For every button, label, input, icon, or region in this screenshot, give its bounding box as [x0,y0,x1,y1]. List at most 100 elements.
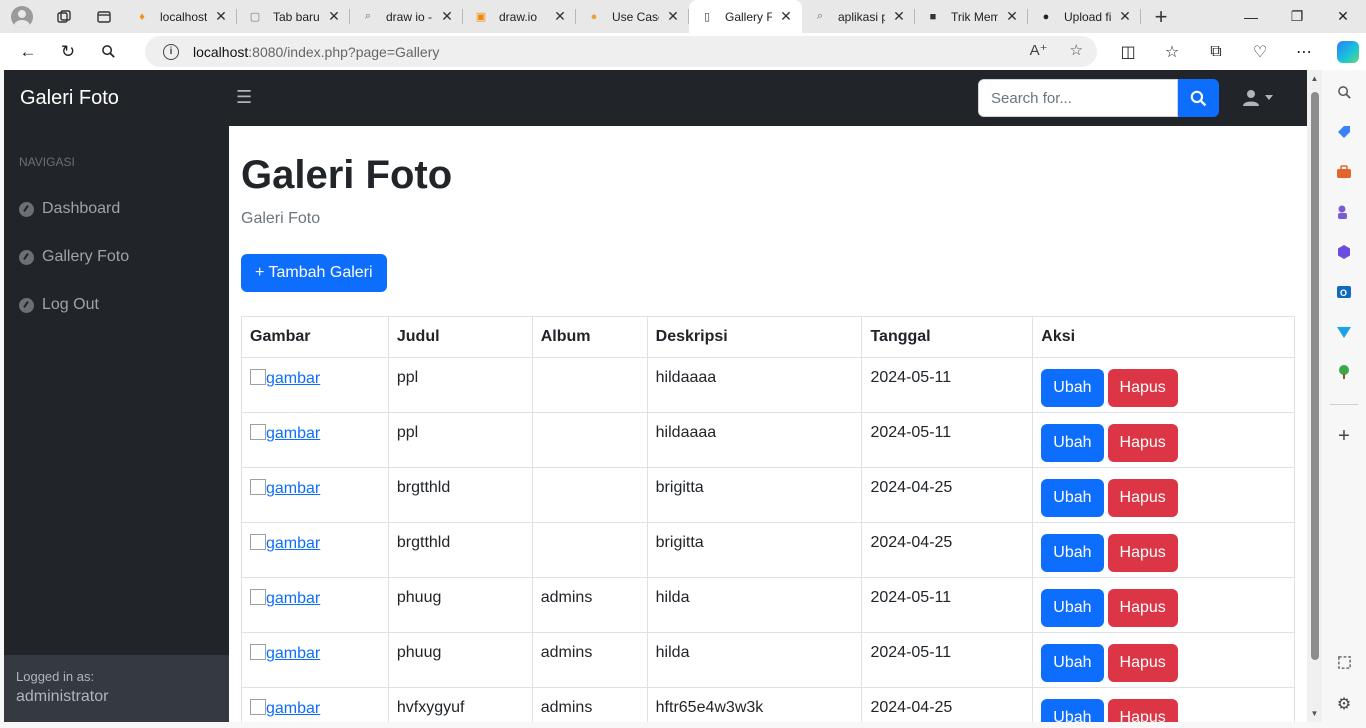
close-tab-icon[interactable]: ✕ [665,8,681,25]
settings-more-button[interactable]: ⋯ [1282,33,1326,70]
add-sidebar-app-icon[interactable]: + [1334,425,1354,447]
page-scrollbar[interactable]: ▲ ▼ [1307,70,1322,722]
close-tab-icon[interactable]: ✕ [1117,8,1133,25]
browser-tab[interactable]: ⌕ aplikasi p ✕ [802,0,915,33]
sidebar-item-dashboard[interactable]: Dashboard [19,197,120,221]
judul-cell: hvfxygyuf [387,687,533,722]
deskripsi-cell: hilda [646,577,863,633]
delete-button[interactable]: Hapus [1107,424,1178,462]
read-aloud-icon[interactable]: A⁺ [1030,41,1048,59]
edit-button[interactable]: Ubah [1041,534,1104,572]
address-bar[interactable]: i localhost:8080/index.php?page=Gallery … [145,36,1097,67]
judul-cell: phuug [387,632,533,688]
image-link[interactable]: gambar [250,644,321,663]
tree-icon[interactable] [1334,362,1354,382]
close-tab-icon[interactable]: ✕ [778,8,794,25]
add-gallery-button[interactable]: + Tambah Galeri [241,254,387,292]
sidebar-item-gallery[interactable]: Gallery Foto [19,245,129,269]
tab-title: draw.io [499,9,538,24]
browser-tab[interactable]: ▣ draw.io ✕ [463,0,576,33]
edit-button[interactable]: Ubah [1041,424,1104,462]
back-button[interactable]: ← [8,33,48,70]
delete-button[interactable]: Hapus [1107,644,1178,682]
new-tab-button[interactable]: + [1141,4,1181,30]
image-link[interactable]: gambar [250,699,320,718]
image-alt-text: gambar [266,645,321,662]
close-tab-icon[interactable]: ✕ [326,8,342,25]
browser-tab[interactable]: ● Use Case ✕ [576,0,689,33]
sidebar-search-icon[interactable] [1334,82,1354,102]
collections-button[interactable]: ⧉ [1194,33,1238,70]
brand-title[interactable]: Galeri Foto [20,87,119,110]
browser-tab[interactable]: ▢ Tab baru ✕ [237,0,350,33]
sidebar-toggle-icon[interactable]: ☰ [236,87,252,108]
action-cell: Ubah Hapus [1032,577,1295,633]
delete-button[interactable]: Hapus [1107,699,1178,722]
search-page-button[interactable] [88,33,128,70]
close-tab-icon[interactable]: ✕ [439,8,455,25]
close-tab-icon[interactable]: ✕ [213,8,229,25]
split-screen-button[interactable]: ◫ [1106,33,1150,70]
broken-image-icon [250,369,266,385]
scroll-up-icon[interactable]: ▲ [1307,74,1322,83]
games-icon[interactable] [1334,202,1354,222]
favorite-star-icon[interactable]: ☆ [1070,41,1083,59]
browser-essentials-button[interactable]: ♡ [1238,33,1282,70]
screenshot-icon[interactable] [1334,652,1354,672]
scrollbar-thumb[interactable] [1311,92,1319,660]
site-info-icon[interactable]: i [163,43,179,60]
send-paper-plane-icon[interactable] [1334,322,1354,342]
close-tab-icon[interactable]: ✕ [891,8,907,25]
browser-tab[interactable]: ♦ localhost ✕ [124,0,237,33]
delete-button[interactable]: Hapus [1107,534,1178,572]
edit-button[interactable]: Ubah [1041,589,1104,627]
image-link[interactable]: gambar [250,479,320,498]
image-link[interactable]: gambar [250,534,320,553]
scroll-down-icon[interactable]: ▼ [1307,709,1322,718]
browser-tab[interactable]: ■ Trik Mem ✕ [915,0,1028,33]
delete-button[interactable]: Hapus [1107,479,1178,517]
edit-button[interactable]: Ubah [1041,479,1104,517]
close-window-button[interactable]: ✕ [1320,0,1366,33]
search-favicon-icon: ⌕ [816,10,824,22]
deskripsi-cell: brigitta [646,467,863,523]
sidebar-settings-gear-icon[interactable]: ⚙ [1334,694,1354,714]
edit-button[interactable]: Ubah [1041,644,1104,682]
video-favicon-icon: ■ [929,10,937,23]
search-input[interactable] [978,79,1178,117]
profile-button[interactable] [0,0,44,33]
minimize-button[interactable]: — [1228,0,1274,33]
tanggal-cell: 2024-04-25 [861,687,1034,722]
tachometer-icon [19,201,34,217]
delete-button[interactable]: Hapus [1107,369,1178,407]
copilot-button[interactable] [1326,33,1366,70]
tools-briefcase-icon[interactable] [1334,162,1354,182]
search-icon [1190,90,1207,106]
edit-button[interactable]: Ubah [1041,699,1104,722]
close-tab-icon[interactable]: ✕ [1004,8,1020,25]
image-link[interactable]: gambar [250,589,320,608]
drawio-favicon-icon: ▣ [475,11,487,23]
search-button[interactable] [1178,79,1219,117]
restore-button[interactable]: ❐ [1274,0,1320,33]
image-link[interactable]: gambar [250,369,320,388]
browser-tab[interactable]: ▯ Gallery Fo ✕ [689,0,802,33]
close-tab-icon[interactable]: ✕ [552,8,568,25]
browser-tab[interactable]: ● Upload fi ✕ [1028,0,1141,33]
tab-actions-button[interactable] [84,0,124,33]
sidebar-item-logout[interactable]: Log Out [19,293,99,317]
image-link[interactable]: gambar [250,424,320,443]
microsoft-365-icon[interactable] [1334,242,1354,262]
broken-image-icon [250,699,266,715]
browser-tab[interactable]: ⌕ draw io - ✕ [350,0,463,33]
favorites-button[interactable]: ☆ [1150,33,1194,70]
shopping-tag-icon[interactable] [1334,122,1354,142]
column-header: Album [531,316,648,358]
delete-button[interactable]: Hapus [1107,589,1178,627]
outlook-icon[interactable]: O [1334,282,1354,302]
user-dropdown[interactable] [1243,89,1273,106]
reload-button[interactable]: ↻ [48,33,88,70]
edit-button[interactable]: Ubah [1041,369,1104,407]
workspaces-button[interactable] [44,0,84,33]
vertical-tabs-icon [97,10,111,23]
